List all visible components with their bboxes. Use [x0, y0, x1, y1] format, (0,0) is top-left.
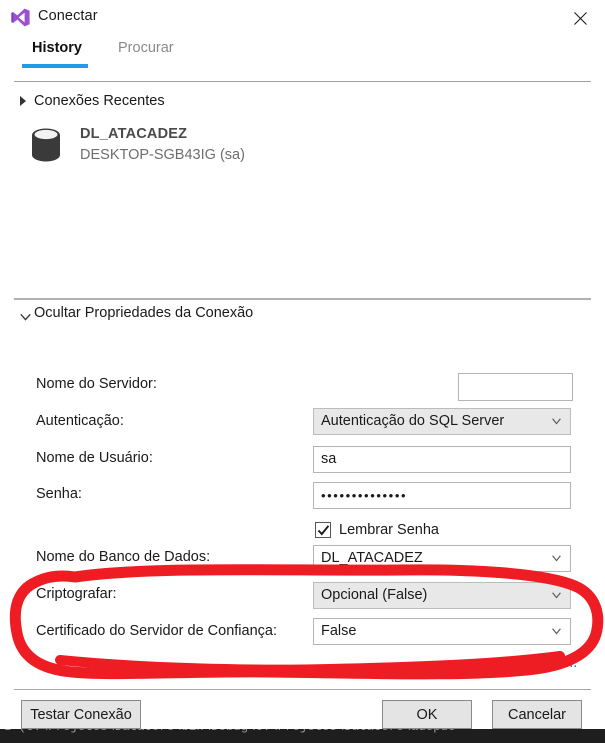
- chevron-down-icon: [552, 555, 561, 562]
- cancel-button[interactable]: Cancelar: [492, 700, 582, 729]
- chevron-down-icon: [552, 628, 561, 635]
- database-name-value: DL_ATACADEZ: [321, 550, 423, 566]
- trust-server-certificate-combo[interactable]: False: [313, 618, 571, 645]
- encrypt-value: Opcional (False): [321, 587, 428, 603]
- triangle-right-icon[interactable]: [20, 96, 26, 106]
- recent-connections-label[interactable]: Conexões Recentes: [34, 93, 165, 109]
- server-name-input[interactable]: [458, 373, 573, 401]
- remember-password-checkbox[interactable]: Lembrar Senha: [315, 519, 439, 541]
- authentication-value: Autenticação do SQL Server: [321, 413, 505, 429]
- username-input[interactable]: sa: [313, 446, 571, 473]
- trust-server-certificate-value: False: [321, 623, 357, 639]
- tab-procurar[interactable]: Procurar: [118, 40, 174, 56]
- title-bar: Conectar: [0, 0, 605, 34]
- footer-divider: [14, 689, 591, 690]
- hide-connection-properties-label[interactable]: Ocultar Propriedades da Conexão: [34, 305, 253, 321]
- label-trust-server-certificate: Certificado do Servidor de Confiança:: [36, 623, 277, 639]
- properties-divider: [14, 298, 591, 300]
- password-input[interactable]: ••••••••••••••: [313, 482, 571, 509]
- label-username: Nome de Usuário:: [36, 450, 153, 466]
- checkbox-box: [315, 522, 331, 538]
- chevron-down-icon: [552, 418, 561, 425]
- advanced-link[interactable]: Avançado...: [501, 655, 577, 671]
- close-icon[interactable]: [563, 4, 597, 32]
- test-connection-button[interactable]: Testar Conexão: [21, 700, 141, 729]
- ok-button[interactable]: OK: [382, 700, 472, 729]
- chevron-down-icon: [552, 592, 561, 599]
- chevron-down-icon[interactable]: [20, 309, 31, 321]
- label-encrypt: Criptografar:: [36, 586, 117, 602]
- visual-studio-logo-icon: [11, 8, 30, 27]
- background-window-strip: L (C:\Projetos\DataCore\bin\Debug\C:\Pro…: [0, 729, 605, 743]
- database-name-combo[interactable]: DL_ATACADEZ: [313, 545, 571, 572]
- connection-detail: DESKTOP-SGB43IG (sa): [80, 147, 245, 163]
- authentication-combo[interactable]: Autenticação do SQL Server: [313, 408, 571, 435]
- list-item[interactable]: DL_ATACADEZ DESKTOP-SGB43IG (sa): [26, 122, 356, 168]
- label-password: Senha:: [36, 486, 82, 502]
- tab-divider: [14, 81, 591, 82]
- database-icon: [26, 124, 66, 166]
- tab-history[interactable]: History: [32, 40, 82, 56]
- label-database-name: Nome do Banco de Dados:: [36, 549, 211, 565]
- label-authentication: Autenticação:: [36, 413, 124, 429]
- encrypt-combo[interactable]: Opcional (False): [313, 582, 571, 609]
- tab-bar: History Procurar: [0, 40, 605, 72]
- remember-password-label: Lembrar Senha: [339, 522, 439, 538]
- window-title: Conectar: [38, 8, 98, 24]
- label-server-name: Nome do Servidor:: [36, 376, 157, 392]
- connection-name: DL_ATACADEZ: [80, 126, 188, 142]
- tab-active-indicator: [22, 64, 88, 68]
- background-strip-text: L (C:\Projetos\DataCore\bin\Debug\C:\Pro…: [4, 729, 455, 734]
